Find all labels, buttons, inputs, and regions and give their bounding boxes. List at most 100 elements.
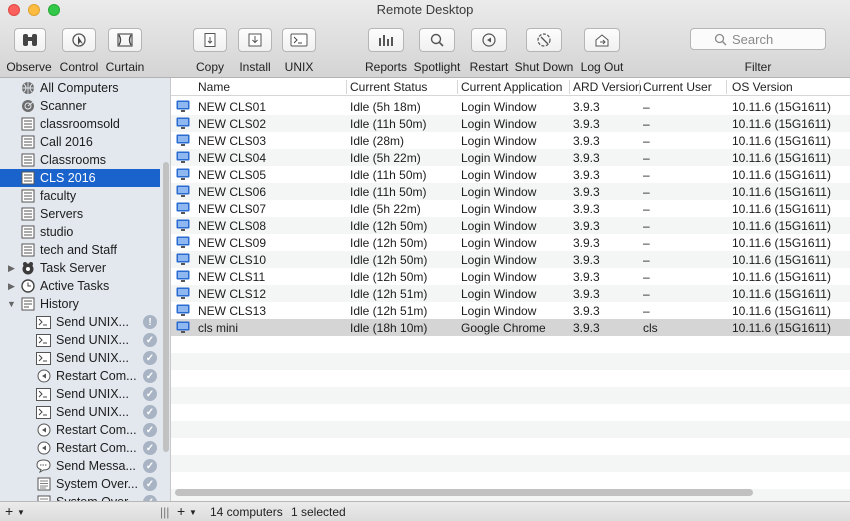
sidebar-item-studio[interactable]: studio (0, 223, 160, 241)
column-header-ard-version[interactable]: ARD Version (573, 80, 642, 94)
spotlight-button[interactable] (419, 28, 455, 52)
message-icon (36, 459, 51, 474)
sidebar-item-task-server[interactable]: ▶ Task Server (0, 259, 160, 277)
shut-down-label: Shut Down (514, 60, 574, 74)
sidebar-scrollbar[interactable] (163, 162, 169, 452)
table-row[interactable]: NEW CLS12 Idle (12h 51m) Login Window 3.9.3… (171, 285, 850, 302)
sidebar-item-cls-2016[interactable]: CLS 2016 (0, 169, 160, 187)
install-button[interactable] (238, 28, 272, 52)
sidebar-item-call-2016[interactable]: Call 2016 (0, 133, 160, 151)
cell-os-version: 10.11.6 (15G1611) (732, 253, 831, 267)
search-field[interactable] (690, 28, 826, 50)
horizontal-scrollbar[interactable] (175, 489, 753, 496)
shut-down-button[interactable] (526, 28, 562, 52)
sidebar-item-faculty[interactable]: faculty (0, 187, 160, 205)
table-row[interactable]: NEW CLS04 Idle (5h 22m) Login Window 3.9.3 –… (171, 149, 850, 166)
sidebar-item-history[interactable]: ▼ History (0, 295, 160, 313)
table-row[interactable]: NEW CLS03 Idle (28m) Login Window 3.9.3 – 10.… (171, 132, 850, 149)
sidebar-item-scanner[interactable]: Scanner (0, 97, 160, 115)
table-row[interactable]: NEW CLS13 Idle (12h 51m) Login Window 3.9.3… (171, 302, 850, 319)
sidebar-item-classrooms[interactable]: Classrooms (0, 151, 160, 169)
table-row[interactable]: NEW CLS06 Idle (11h 50m) Login Window 3.9.3… (171, 183, 850, 200)
cell-name: NEW CLS12 (198, 287, 267, 301)
curtain-button[interactable] (108, 28, 142, 52)
column-header-current-user[interactable]: Current User (643, 80, 712, 94)
cell-name: NEW CLS13 (198, 304, 267, 318)
cell-current-user: – (643, 117, 650, 131)
history-task-item[interactable]: System Over...✓ (0, 493, 160, 501)
cell-name: NEW CLS04 (198, 151, 267, 165)
sidebar-item-active-tasks[interactable]: ▶ Active Tasks (0, 277, 160, 295)
add-computer-button[interactable]: + (177, 503, 185, 519)
add-list-button[interactable]: + (5, 503, 13, 519)
history-task-item[interactable]: Send UNIX...! (0, 313, 160, 331)
unix-button[interactable] (282, 28, 316, 52)
reports-button[interactable] (368, 28, 404, 52)
history-task-item[interactable]: Send UNIX... ✓ (0, 403, 160, 421)
history-task-item[interactable]: Send UNIX... ✓ (0, 331, 160, 349)
cell-current-application: Login Window (461, 304, 537, 318)
copy-button[interactable] (193, 28, 227, 52)
sidebar-item-classroomsold[interactable]: classroomsold (0, 115, 160, 133)
cell-ard-version: 3.9.3 (573, 304, 600, 318)
column-header-current-status[interactable]: Current Status (350, 80, 427, 94)
table-row[interactable]: NEW CLS01 Idle (5h 18m) Login Window 3.9.3 –… (171, 98, 850, 115)
history-task-item[interactable]: Restart Com... ✓ (0, 421, 160, 439)
chevron-down-icon[interactable]: ▼ (189, 508, 197, 517)
cell-current-status: Idle (12h 50m) (350, 219, 428, 233)
observe-label: Observe (6, 60, 52, 74)
chevron-down-icon[interactable]: ▼ (17, 508, 25, 517)
column-header-name[interactable]: Name (198, 80, 230, 94)
column-header-current-application[interactable]: Current Application (461, 80, 562, 94)
column-separator[interactable] (457, 80, 458, 94)
column-header-os-version[interactable]: OS Version (732, 80, 793, 94)
cell-os-version: 10.11.6 (15G1611) (732, 287, 831, 301)
table-row[interactable]: NEW CLS08 Idle (12h 50m) Login Window 3.9.3… (171, 217, 850, 234)
history-icon (20, 297, 35, 312)
table-row[interactable]: NEW CLS07 Idle (5h 22m) Login Window 3.9.3 –… (171, 200, 850, 217)
sidebar-item-all-computers[interactable]: All Computers (0, 79, 160, 97)
cell-ard-version: 3.9.3 (573, 117, 600, 131)
sidebar-item-servers[interactable]: Servers (0, 205, 160, 223)
cell-current-application: Login Window (461, 168, 537, 182)
control-button[interactable] (62, 28, 96, 52)
table-row[interactable]: NEW CLS10 Idle (12h 50m) Login Window 3.9.3… (171, 251, 850, 268)
log-out-button[interactable] (584, 28, 620, 52)
history-task-item[interactable]: Restart Com... ✓ (0, 439, 160, 457)
history-task-item[interactable]: Send UNIX... ✓ (0, 349, 160, 367)
terminal-icon (36, 351, 51, 366)
empty-row (171, 353, 850, 370)
cell-os-version: 10.11.6 (15G1611) (732, 151, 831, 165)
column-separator[interactable] (726, 80, 727, 94)
disclosure-triangle-icon[interactable]: ▶ (7, 281, 16, 291)
cell-current-user: cls (643, 321, 658, 335)
selected-count: 1 selected (291, 505, 346, 519)
install-package-icon (248, 33, 262, 47)
search-input[interactable] (732, 31, 802, 47)
restart-button[interactable] (471, 28, 507, 52)
sidebar-item-tech-and-staff[interactable]: tech and Staff (0, 241, 160, 259)
table-row[interactable]: NEW CLS05 Idle (11h 50m) Login Window 3.9.3… (171, 166, 850, 183)
disclosure-triangle-icon[interactable]: ▶ (7, 263, 16, 273)
cell-current-application: Login Window (461, 219, 537, 233)
history-task-item[interactable]: Send Messa... ✓ (0, 457, 160, 475)
cell-ard-version: 3.9.3 (573, 185, 600, 199)
resize-grip-icon[interactable]: ||| (160, 505, 169, 519)
table-row[interactable]: NEW CLS11 Idle (12h 50m) Login Window 3.9.3… (171, 268, 850, 285)
binoculars-icon (23, 34, 37, 46)
sidebar-item-label: Servers (40, 207, 84, 221)
disclosure-triangle-icon[interactable]: ▼ (7, 299, 16, 309)
history-task-item[interactable]: Restart Com... ✓ (0, 367, 160, 385)
empty-row (171, 387, 850, 404)
table-row[interactable]: NEW CLS09 Idle (12h 50m) Login Window 3.9.3… (171, 234, 850, 251)
column-separator[interactable] (569, 80, 570, 94)
table-row[interactable]: NEW CLS02 Idle (11h 50m) Login Window 3.9.3… (171, 115, 850, 132)
shut-down-icon (537, 33, 551, 47)
table-row[interactable]: cls mini Idle (18h 10m) Google Chrome 3.9.3… (171, 319, 850, 336)
column-separator[interactable] (346, 80, 347, 94)
history-task-item[interactable]: System Over...✓ (0, 475, 160, 493)
observe-button[interactable] (14, 28, 46, 52)
cell-ard-version: 3.9.3 (573, 202, 600, 216)
column-separator[interactable] (639, 80, 640, 94)
history-task-item[interactable]: Send UNIX... ✓ (0, 385, 160, 403)
